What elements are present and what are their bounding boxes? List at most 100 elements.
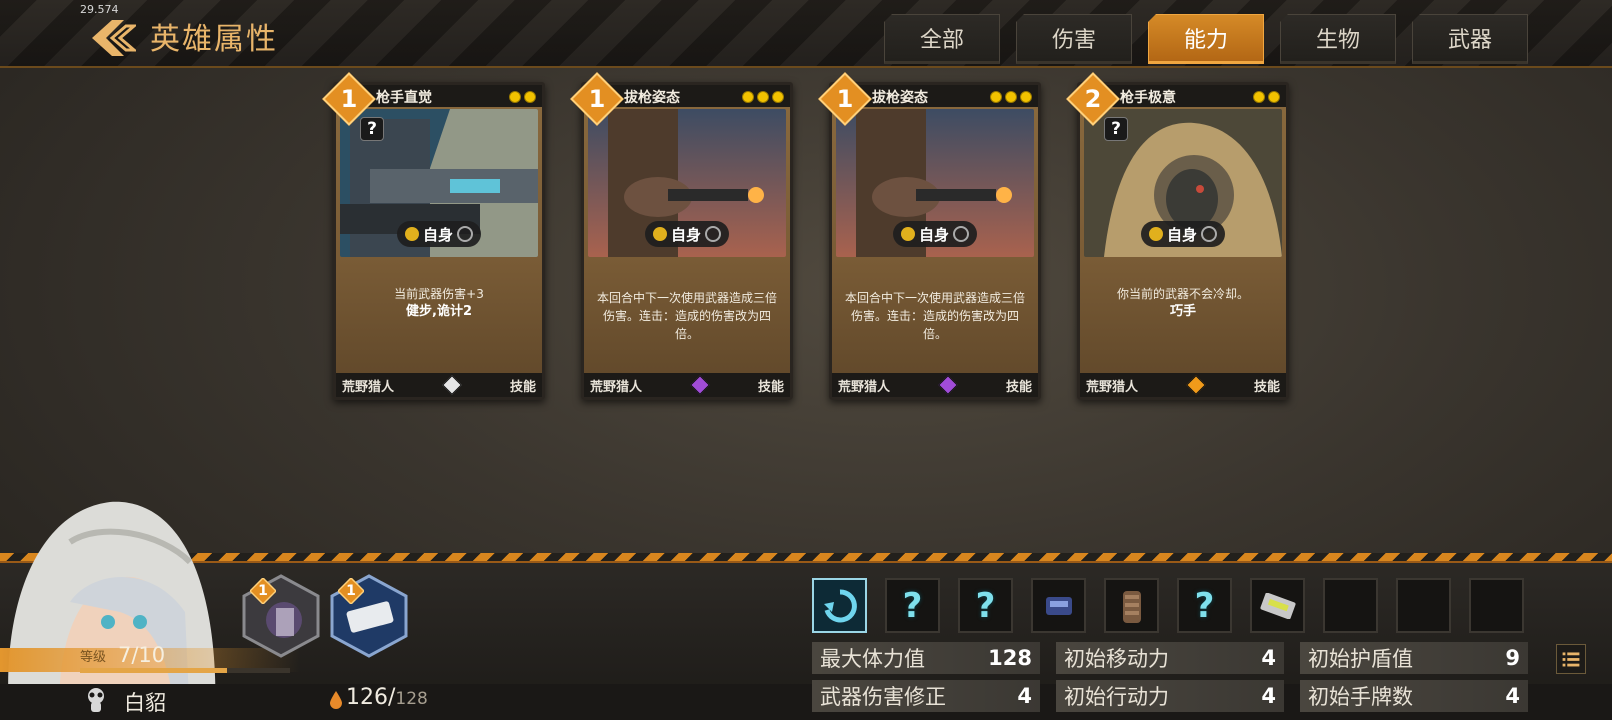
card-keyword: 巧手 <box>1169 304 1196 319</box>
card-name: 枪手极意 <box>1120 90 1176 106</box>
rarity-dots <box>990 91 1032 103</box>
card-footer: 荒野猎人 技能 <box>584 373 790 397</box>
rarity-dot <box>1020 91 1032 103</box>
target-label: 自身 <box>645 221 729 247</box>
empty-slot[interactable] <box>1323 578 1378 633</box>
tab-all[interactable]: 全部 <box>884 14 1000 64</box>
card-keyword: 健步,诡计2 <box>406 304 472 319</box>
empty-slot[interactable] <box>1469 578 1524 633</box>
card-description: 本回合中下一次使用武器造成三倍伤害。连击：造成的伤害改为四倍。 <box>836 289 1034 343</box>
fps-counter: 29.574 <box>80 3 119 16</box>
stat-max-hp: 最大体力值 128 <box>812 642 1040 674</box>
hero-name: 白貂 <box>124 691 166 715</box>
empty-slot[interactable] <box>1396 578 1451 633</box>
tab-ability[interactable]: 能力 <box>1148 14 1264 64</box>
card-gunslinger-instinct[interactable]: ? 1 枪手直觉 自身 当前武器伤害+3 健步,诡计2 荒野猎人 技能 <box>322 72 545 400</box>
rarity-dot <box>990 91 1002 103</box>
card-name: 拔枪姿态 <box>624 90 680 106</box>
gadget-icon[interactable] <box>1031 578 1086 633</box>
stat-initial-hand: 初始手牌数 4 <box>1300 680 1528 712</box>
unknown-icon[interactable]: ? <box>958 578 1013 633</box>
card-description: 你当前的武器不会冷却。 巧手 <box>1084 285 1282 321</box>
rarity-gem-icon <box>442 375 462 395</box>
rarity-gem-icon <box>690 375 710 395</box>
tab-creature[interactable]: 生物 <box>1280 14 1396 64</box>
unknown-icon[interactable]: ? <box>1177 578 1232 633</box>
card-description: 本回合中下一次使用武器造成三倍伤害。连击：造成的伤害改为四倍。 <box>588 289 786 343</box>
rarity-dot <box>1005 91 1017 103</box>
rarity-dot <box>509 91 521 103</box>
card-desc-text: 本回合中下一次使用武器造成三倍伤害。连击：造成的伤害改为四倍。 <box>596 291 777 341</box>
unknown-icon: ? <box>1104 117 1128 141</box>
back-arrow-icon[interactable] <box>90 18 136 58</box>
filter-tabs: 全部 伤害 能力 生物 武器 <box>884 14 1528 64</box>
hero-stats: 最大体力值 128 初始移动力 4 初始护盾值 9 武器伤害修正 4 初始行动力 4 初始… <box>812 642 1532 714</box>
target-label: 自身 <box>397 221 481 247</box>
level-label: 等级 <box>80 650 107 665</box>
rarity-dot <box>1253 91 1265 103</box>
gas-mask-icon <box>88 688 104 712</box>
rarity-gem-icon <box>1186 375 1206 395</box>
list-menu-icon[interactable] <box>1556 644 1586 674</box>
level-progress-bar <box>80 668 290 673</box>
equip-cost-badge: 1 <box>248 576 278 606</box>
tab-weapon[interactable]: 武器 <box>1412 14 1528 64</box>
scope-icon <box>705 226 721 242</box>
chip-icon[interactable] <box>1250 578 1305 633</box>
level-progress-fill <box>80 668 227 673</box>
equipment-slot[interactable]: 1 <box>326 572 412 658</box>
card-hero-class: 荒野猎人 <box>342 379 395 395</box>
card-type: 技能 <box>1005 379 1032 395</box>
stat-initial-move: 初始移动力 4 <box>1056 642 1284 674</box>
hero-hp: 126/128 <box>346 685 428 710</box>
equipment-slot[interactable]: 1 <box>238 572 324 658</box>
coin-icon <box>900 227 915 241</box>
stat-initial-shield: 初始护盾值 9 <box>1300 642 1528 674</box>
stat-initial-action: 初始行动力 4 <box>1056 680 1284 712</box>
rarity-dot <box>524 91 536 103</box>
card-draw-stance[interactable]: 1 拔枪姿态 自身 本回合中下一次使用武器造成三倍伤害。连击：造成的伤害改为四倍… <box>818 72 1041 400</box>
rarity-gem-icon <box>938 375 958 395</box>
card-type: 技能 <box>757 379 784 395</box>
target-label: 自身 <box>1141 221 1225 247</box>
rarity-dots <box>742 91 784 103</box>
skill-slots: ? ? ? <box>812 578 1524 633</box>
unknown-icon[interactable]: ? <box>885 578 940 633</box>
rarity-dot <box>742 91 754 103</box>
coin-icon <box>1148 227 1163 241</box>
card-list: ? 1 枪手直觉 自身 当前武器伤害+3 健步,诡计2 荒野猎人 技能 1 拔枪姿态… <box>322 72 1333 402</box>
level-value: 7/10 <box>118 643 166 667</box>
card-description: 当前武器伤害+3 健步,诡计2 <box>340 285 538 321</box>
card-footer: 荒野猎人 技能 <box>336 373 542 397</box>
target-label: 自身 <box>893 221 977 247</box>
card-footer: 荒野猎人 技能 <box>832 373 1038 397</box>
coin-icon <box>652 227 667 241</box>
card-hero-class: 荒野猎人 <box>1086 379 1139 395</box>
card-footer: 荒野猎人 技能 <box>1080 373 1286 397</box>
card-name: 拔枪姿态 <box>872 90 928 106</box>
card-hero-class: 荒野猎人 <box>838 379 891 395</box>
grenade-icon[interactable] <box>1104 578 1159 633</box>
rarity-dot <box>1268 91 1280 103</box>
scope-icon <box>457 226 473 242</box>
hp-max: 128 <box>395 689 428 709</box>
coin-icon <box>404 227 419 241</box>
refresh-icon[interactable] <box>812 578 867 633</box>
card-desc-text: 你当前的武器不会冷却。 <box>1116 287 1249 301</box>
card-gunslinger-mastery[interactable]: ? 2 枪手极意 自身 你当前的武器不会冷却。 巧手 荒野猎人 技能 <box>1066 72 1289 400</box>
card-desc-text: 当前武器伤害+3 <box>394 287 484 301</box>
scope-icon <box>1201 226 1217 242</box>
unknown-icon: ? <box>360 117 384 141</box>
rarity-dots <box>509 91 536 103</box>
equip-cost-badge: 1 <box>336 576 366 606</box>
rarity-dot <box>772 91 784 103</box>
tab-damage[interactable]: 伤害 <box>1016 14 1132 64</box>
card-desc-text: 本回合中下一次使用武器造成三倍伤害。连击：造成的伤害改为四倍。 <box>844 291 1025 341</box>
card-type: 技能 <box>1253 379 1280 395</box>
card-draw-stance[interactable]: 1 拔枪姿态 自身 本回合中下一次使用武器造成三倍伤害。连击：造成的伤害改为四倍… <box>570 72 793 400</box>
card-name: 枪手直觉 <box>376 90 432 106</box>
hp-current: 126 <box>346 685 388 710</box>
hero-portrait[interactable] <box>0 472 232 720</box>
rarity-dots <box>1253 91 1280 103</box>
card-hero-class: 荒野猎人 <box>590 379 643 395</box>
